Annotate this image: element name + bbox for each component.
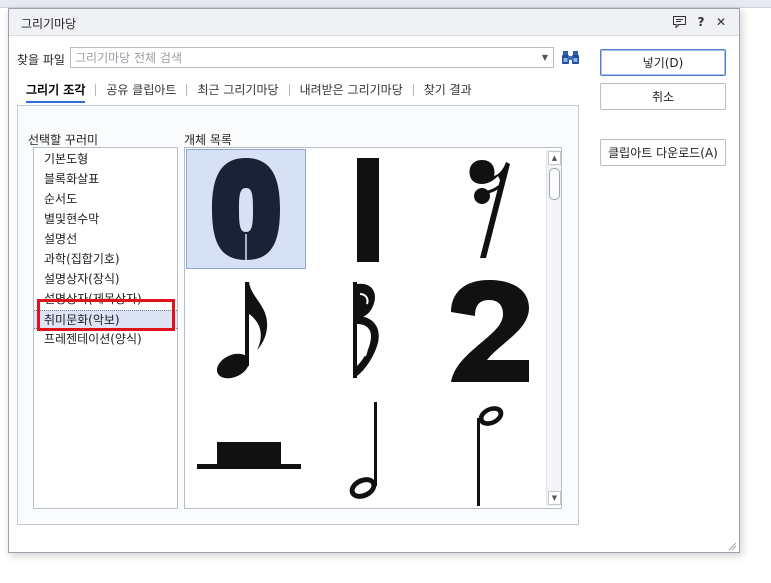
object-list-scrollbar[interactable]: ▲ ▼ [546,150,561,506]
whole-rest-icon [191,398,301,508]
eighth-note-icon [211,276,281,386]
decoration-list[interactable]: 기본도형 블록화살표 순서도 별및현수막 설명선 과학(집합기호) 설명상자(장… [33,147,178,509]
comment-icon[interactable] [671,13,687,31]
object-cell[interactable] [430,271,550,391]
dialog-title: 그리기마당 [21,15,76,32]
list-item[interactable]: 과학(집합기호) [34,250,177,269]
object-cell[interactable] [308,149,428,269]
tab-downloaded-gallery[interactable]: 내려받은 그리기마당 [292,81,411,99]
clipart-download-button[interactable]: 클립아트 다운로드(A) [600,139,726,166]
background-app-strip [0,0,771,8]
object-cell[interactable] [186,393,306,509]
object-list-label: 개체 목록 [184,131,232,148]
scroll-thumb[interactable] [549,168,560,200]
list-item[interactable]: 블록화살표 [34,170,177,189]
tab-separator [413,84,414,96]
tab-recent-gallery[interactable]: 최근 그리기마당 [189,81,286,99]
list-item[interactable]: 별및현수막 [34,210,177,229]
object-cell-selected[interactable] [186,149,306,269]
tab-separator [186,84,187,96]
tab-separator [95,84,96,96]
tab-drawing-pieces[interactable]: 그리기 조각 [18,81,93,99]
list-item-selected[interactable]: 취미문화(악보) [34,310,177,329]
close-icon[interactable]: ✕ [713,13,729,31]
tab-shared-clipart[interactable]: 공유 클립아트 [98,81,184,99]
half-note-up-icon [465,398,515,508]
decoration-list-label: 선택할 꾸러미 [28,131,98,148]
help-icon[interactable]: ? [693,13,709,31]
search-combobox[interactable]: ▼ [70,47,554,68]
list-item[interactable]: 설명상자(장식) [34,270,177,289]
list-item[interactable]: 설명상자(제목상자) [34,290,177,309]
dialog-titlebar: 그리기마당 ? ✕ [9,9,739,36]
object-list[interactable] [184,147,562,509]
insert-button[interactable]: 넣기(D) [600,49,726,76]
binoculars-icon[interactable] [561,47,579,68]
digit-two-icon [445,276,535,386]
half-note-down-icon [343,398,393,508]
resize-grip-icon[interactable] [727,541,737,551]
object-cell[interactable] [430,149,550,269]
scroll-down-icon[interactable]: ▼ [548,491,561,505]
list-item[interactable]: 기본도형 [34,150,177,169]
object-cell[interactable] [308,271,428,391]
list-item[interactable]: 프레젠테이션(양식) [34,330,177,349]
search-label: 찾을 파일 [17,51,65,68]
tab-search-results[interactable]: 찾기 결과 [416,81,480,99]
scroll-up-icon[interactable]: ▲ [548,151,561,165]
object-cell[interactable] [186,271,306,391]
tab-bar: 그리기 조각 공유 클립아트 최근 그리기마당 내려받은 그리기마당 찾기 결과 [18,80,480,100]
object-cell[interactable] [308,393,428,509]
digit-zero-icon [206,154,286,264]
list-item[interactable]: 설명선 [34,230,177,249]
chevron-down-icon[interactable]: ▼ [537,48,553,67]
cancel-button[interactable]: 취소 [600,83,726,110]
tab-separator [289,84,290,96]
bar-line-icon [348,154,388,264]
search-input[interactable] [71,48,531,67]
sharp-flag-icon [343,276,393,386]
list-item[interactable]: 순서도 [34,190,177,209]
eighth-rest-icon [460,154,520,264]
object-cell[interactable] [430,393,550,509]
